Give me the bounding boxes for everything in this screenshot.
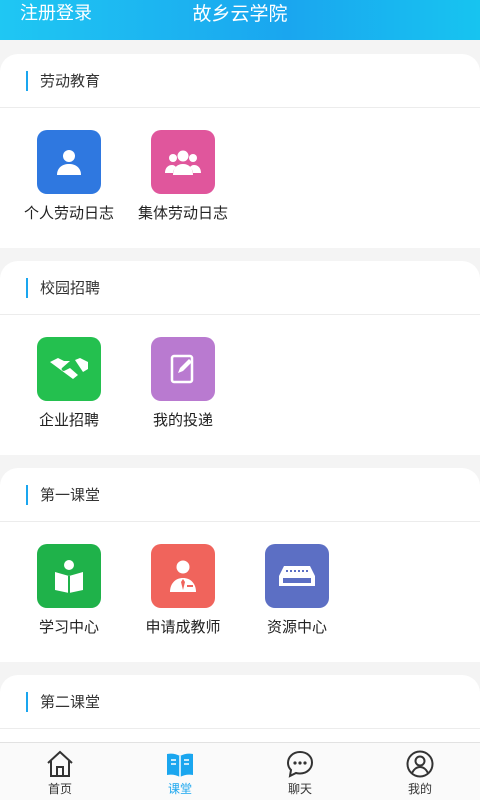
main-content[interactable]: 劳动教育 个人劳动日志 集体劳动日志 校园招聘 企业招聘 我的投递 第一课堂 学… <box>0 40 480 742</box>
tab-label: 我的 <box>407 782 432 796</box>
section-accent-bar <box>26 485 28 505</box>
tile-label: 集体劳动日志 <box>137 204 228 222</box>
section-first-classroom: 第一课堂 学习中心 申请成教师 资源中心 <box>0 468 480 662</box>
tile-my-applications[interactable]: 我的投递 <box>123 337 243 430</box>
tab-label: 聊天 <box>287 782 312 796</box>
teacher-icon <box>151 544 215 608</box>
group-icon <box>151 130 215 194</box>
tab-chat[interactable]: 聊天 <box>240 743 360 800</box>
tab-label: 课堂 <box>167 782 192 796</box>
tile-resource-center[interactable]: 资源中心 <box>237 544 357 637</box>
tile-apply-teacher[interactable]: 申请成教师 <box>123 544 243 637</box>
section-header: 校园招聘 <box>0 261 480 315</box>
section-header: 劳动教育 <box>0 54 480 108</box>
reader-book-icon <box>37 544 101 608</box>
tile-personal-labor-log[interactable]: 个人劳动日志 <box>9 130 129 223</box>
top-app-bar: 注册登录 故乡云学院 <box>0 0 480 40</box>
book-icon <box>167 753 193 777</box>
tile-learning-center[interactable]: 学习中心 <box>9 544 129 637</box>
bottom-tab-bar: 首页 课堂 聊天 我的 <box>0 742 480 800</box>
section-labor-education: 劳动教育 个人劳动日志 集体劳动日志 <box>0 54 480 248</box>
tab-classroom[interactable]: 课堂 <box>120 743 240 800</box>
chat-icon <box>286 750 314 778</box>
tile-group-labor-log[interactable]: 集体劳动日志 <box>123 130 243 223</box>
server-icon <box>265 544 329 608</box>
section-second-classroom: 第二课堂 <box>0 675 480 742</box>
edit-note-icon <box>151 337 215 401</box>
section-accent-bar <box>26 692 28 712</box>
tile-label: 学习中心 <box>38 618 99 636</box>
tile-label: 申请成教师 <box>145 618 221 636</box>
tile-label: 资源中心 <box>266 618 327 636</box>
tile-label: 个人劳动日志 <box>23 204 114 222</box>
tab-profile[interactable]: 我的 <box>360 743 480 800</box>
section-title: 第一课堂 <box>40 486 101 504</box>
section-title: 第二课堂 <box>40 693 101 711</box>
section-header: 第一课堂 <box>0 468 480 522</box>
section-title: 劳动教育 <box>40 72 101 90</box>
app-title: 故乡云学院 <box>192 3 288 25</box>
section-accent-bar <box>26 71 28 91</box>
section-campus-recruitment: 校园招聘 企业招聘 我的投递 <box>0 261 480 455</box>
tile-label: 我的投递 <box>152 411 213 429</box>
handshake-icon <box>37 337 101 401</box>
tab-home[interactable]: 首页 <box>0 743 120 800</box>
profile-icon <box>406 750 434 778</box>
section-title: 校园招聘 <box>40 279 101 297</box>
tile-label: 企业招聘 <box>38 411 99 429</box>
tab-label: 首页 <box>47 782 72 796</box>
section-accent-bar <box>26 278 28 298</box>
tile-company-recruitment[interactable]: 企业招聘 <box>9 337 129 430</box>
home-icon <box>47 750 73 777</box>
person-icon <box>37 130 101 194</box>
section-header: 第二课堂 <box>0 675 480 729</box>
